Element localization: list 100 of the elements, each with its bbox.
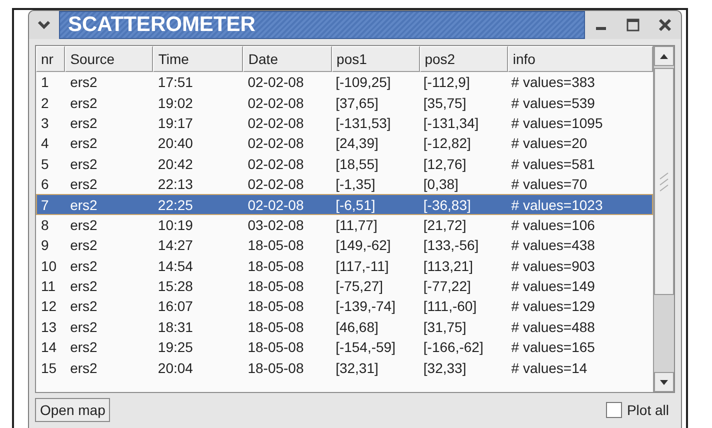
table-cell-text: # values=70 <box>510 176 588 192</box>
table-cell-text: [0,38] <box>422 176 460 192</box>
table-cell-text: ers2 <box>69 258 98 274</box>
table-cell-text: ers2 <box>69 74 98 90</box>
table-cell-text: # values=488 <box>510 318 596 335</box>
table-cell-text: 12 <box>40 298 58 314</box>
table-cell-text: 16:07 <box>156 298 194 314</box>
table-cell-text: [24,39] <box>334 135 380 152</box>
table-row[interactable]: 12 ers2 16:07 18-05-08 [-139,-74] [111,-60] # values=129 <box>36 296 653 317</box>
table-cell-text: # values=438 <box>510 237 596 254</box>
table-row[interactable]: 3 ers2 19:17 02-02-08 [-131,53] [-131,34] # values=1095 <box>36 112 653 134</box>
table-cell-text: ers2 <box>69 278 98 294</box>
table-cell-text: # values=1095 <box>510 114 604 131</box>
table-cell-text: ers2 <box>69 339 98 356</box>
column-header[interactable]: nr <box>36 46 66 72</box>
table-cell-text: ers2 <box>69 114 98 131</box>
table-cell-text: # values=165 <box>510 339 596 356</box>
table-cell-text: [11,77] <box>334 216 378 233</box>
table-row[interactable]: 1 ers2 17:51 02-02-08 [-109,25] [-112,9] # values=383 <box>36 72 653 92</box>
table-cell-text: 02-02-08 <box>246 74 305 90</box>
table-cell-text: # values=539 <box>510 94 596 111</box>
table-cell-text: 18-05-08 <box>246 339 305 356</box>
scroll-up-icon[interactable] <box>654 46 674 66</box>
table-row[interactable]: 10 ers2 14:54 18-05-08 [117,-11] [113,21] # values=903 <box>36 256 653 276</box>
table-cell-text: 1 <box>40 74 50 90</box>
table-cell-text: ers2 <box>69 196 98 213</box>
table-cell-text: # values=106 <box>510 216 596 233</box>
table-cell-text: 18-05-08 <box>246 237 305 254</box>
table-cell-text: [149,-62] <box>334 237 392 254</box>
table-cell-text: ers2 <box>69 360 98 376</box>
table-cell-text: [-6,51] <box>334 196 376 213</box>
table-cell-text: 19:17 <box>156 114 194 131</box>
table-row[interactable]: 2 ers2 19:02 02-02-08 [37,65] [35,75] # values=539 <box>36 92 653 113</box>
table-cell-text: [-139,-74] <box>334 298 396 314</box>
table-cell-text: [-112,9] <box>422 74 471 90</box>
column-header[interactable]: info <box>508 46 653 72</box>
column-header[interactable]: pos2 <box>420 46 508 72</box>
table-cell-text: 4 <box>40 135 50 152</box>
window-title: SCATTEROMETER <box>59 11 585 39</box>
column-header[interactable]: Source <box>65 46 154 72</box>
table-row[interactable]: 5 ers2 20:42 02-02-08 [18,55] [12,76] # values=581 <box>36 154 653 174</box>
table-cell-text: [-109,25] <box>334 74 392 90</box>
table-cell-text: 20:42 <box>156 156 194 172</box>
table-cell-text: 18-05-08 <box>246 278 305 294</box>
table-row[interactable]: 8 ers2 10:19 03-02-08 [11,77] [21,72] # values=106 <box>36 214 653 236</box>
table-cell-text: 22:25 <box>156 196 194 213</box>
table-cell-text: 18:31 <box>156 318 194 335</box>
table-cell-text: # values=14 <box>510 360 588 376</box>
table-cell-text: 10:19 <box>156 216 194 233</box>
checkbox-label: Plot all <box>626 402 669 418</box>
table-cell-text: # values=581 <box>510 156 596 172</box>
table-cell-text: [-166,-62] <box>422 339 484 356</box>
table-cell-text: [-12,82] <box>422 135 472 152</box>
table-row[interactable]: 7 ers2 22:25 02-02-08 [-6,51] [-36,83] # values=1023 <box>36 194 653 215</box>
scrollbar-thumb[interactable] <box>654 68 674 295</box>
table-cell-text: [46,68] <box>334 318 380 335</box>
column-header[interactable]: Date <box>243 46 332 72</box>
table-cell-text: ers2 <box>69 237 98 254</box>
table-cell-text: 2 <box>40 94 50 111</box>
table-cell-text: 02-02-08 <box>246 114 305 131</box>
column-header[interactable]: pos1 <box>332 46 420 72</box>
open-map-button[interactable]: Open map <box>35 398 110 422</box>
table-cell-text: ers2 <box>69 135 98 152</box>
table-row[interactable]: 13 ers2 18:31 18-05-08 [46,68] [31,75] # values=488 <box>36 316 653 338</box>
table-cell-text: # values=129 <box>510 298 596 314</box>
table-cell-text: ers2 <box>69 298 98 314</box>
table-row[interactable]: 15 ers2 20:04 18-05-08 [32,31] [32,33] # values=14 <box>36 357 653 378</box>
plot-all-checkbox[interactable] <box>606 402 622 418</box>
table-row[interactable]: 9 ers2 14:27 18-05-08 [149,-62] [133,-56] # values=438 <box>36 235 653 256</box>
table-cell-text: ers2 <box>69 156 98 172</box>
table-cell-text: [117,-11] <box>334 258 390 274</box>
table-cell-text: 18-05-08 <box>246 360 305 376</box>
table-cell-text: [-131,34] <box>422 114 480 131</box>
table-cell-text: [-36,83] <box>422 196 472 213</box>
table-cell-text: 18-05-08 <box>246 298 305 314</box>
table-cell-text: 14 <box>40 339 58 356</box>
table-cell-text: 9 <box>40 237 50 254</box>
table-row[interactable]: 4 ers2 20:40 02-02-08 [24,39] [-12,82] # values=20 <box>36 133 653 154</box>
table-cell-text: 18-05-08 <box>246 258 305 274</box>
table-cell-text: [18,55] <box>334 156 380 172</box>
scroll-down-icon[interactable] <box>654 372 674 392</box>
table-cell-text: 8 <box>40 216 50 233</box>
column-header[interactable]: Time <box>153 46 244 72</box>
table-cell-text: 22:13 <box>156 176 194 192</box>
table-cell-text: 19:25 <box>156 339 194 356</box>
table-cell-text: 18-05-08 <box>246 318 305 335</box>
table-cell-text: 15:28 <box>156 278 194 294</box>
table-cell-text: # values=149 <box>510 278 596 294</box>
table-row[interactable]: 6 ers2 22:13 02-02-08 [-1,35] [0,38] # values=70 <box>36 174 653 194</box>
table-cell-text: 19:02 <box>156 94 194 111</box>
table-row[interactable]: 14 ers2 19:25 18-05-08 [-154,-59] [-166,-62] # values=165 <box>36 337 653 358</box>
table-cell-text: 03-02-08 <box>246 216 305 233</box>
table-cell-text: [-75,27] <box>334 278 384 294</box>
table-cell-text: ers2 <box>69 216 98 233</box>
table-cell-text: # values=20 <box>510 135 588 152</box>
table-cell-text: [12,76] <box>422 156 468 172</box>
table-cell-text: 02-02-08 <box>246 156 305 172</box>
table-cell-text: 17:51 <box>156 74 194 90</box>
table-cell-text: [111,-60] <box>422 298 478 314</box>
table-row[interactable]: 11 ers2 15:28 18-05-08 [-75,27] [-77,22] # values=149 <box>36 276 653 296</box>
